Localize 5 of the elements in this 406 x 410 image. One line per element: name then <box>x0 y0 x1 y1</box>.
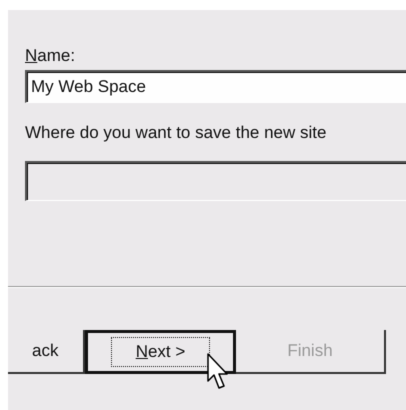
location-label: Where do you want to save the new site <box>25 123 326 143</box>
next-button[interactable]: Next > <box>85 330 236 374</box>
name-field[interactable]: My Web Space <box>25 70 406 103</box>
back-button[interactable]: ack <box>8 330 85 374</box>
name-label: Name: <box>25 46 76 66</box>
